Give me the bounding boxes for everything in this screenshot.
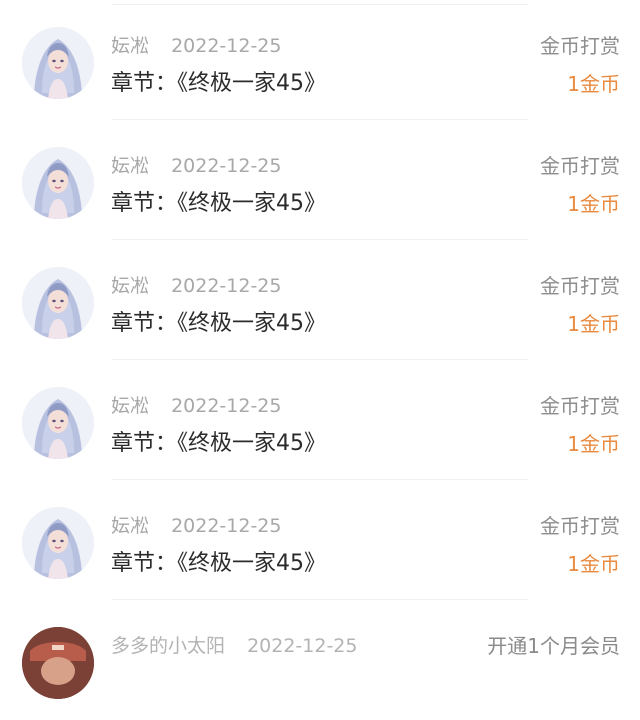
- list-item[interactable]: 妘凇 2022-12-25 章节：《终极一家45》 金币打赏 1金币: [0, 240, 640, 360]
- avatar-portrait-icon: [22, 27, 94, 99]
- reward-date: 2022-12-25: [171, 35, 282, 57]
- reward-type: 金币打赏: [540, 394, 620, 418]
- reward-amount: 1金币: [567, 192, 620, 216]
- reward-meta: 妘凇 2022-12-25: [111, 513, 281, 539]
- list-item[interactable]: 多多的小太阳 2022-12-25 开通1个月会员: [0, 600, 640, 720]
- user-name[interactable]: 妘凇: [111, 275, 149, 297]
- chapter-title: 章节：《终极一家45》: [111, 191, 326, 216]
- reward-type: 金币打赏: [540, 34, 620, 58]
- avatar[interactable]: [22, 507, 94, 579]
- avatar-portrait-icon: [22, 267, 94, 339]
- list-item[interactable]: 妘凇 2022-12-25 章节：《终极一家45》 金币打赏 1金币: [0, 120, 640, 240]
- avatar[interactable]: [22, 387, 94, 459]
- avatar-portrait-icon: [22, 147, 94, 219]
- reward-amount: 1金币: [567, 432, 620, 456]
- avatar-portrait-icon: [22, 387, 94, 459]
- chapter-title: 章节：《终极一家45》: [111, 311, 326, 336]
- reward-date: 2022-12-25: [247, 635, 358, 657]
- user-name[interactable]: 妘凇: [111, 395, 149, 417]
- reward-list: 妘凇 2022-12-25 章节：《终极一家45》 金币打赏 1金币 妘凇 20…: [0, 0, 640, 699]
- reward-amount: 1金币: [567, 552, 620, 576]
- avatar[interactable]: [22, 267, 94, 339]
- chapter-title: 章节：《终极一家45》: [111, 551, 326, 576]
- reward-date: 2022-12-25: [171, 155, 282, 177]
- reward-amount: 1金币: [567, 72, 620, 96]
- list-item[interactable]: 妘凇 2022-12-25 章节：《终极一家45》 金币打赏 1金币: [0, 480, 640, 600]
- user-name[interactable]: 妘凇: [111, 515, 149, 537]
- reward-type: 金币打赏: [540, 154, 620, 178]
- reward-type: 金币打赏: [540, 274, 620, 298]
- reward-type: 金币打赏: [540, 514, 620, 538]
- avatar[interactable]: [22, 627, 94, 699]
- reward-meta: 妘凇 2022-12-25: [111, 153, 281, 179]
- list-item[interactable]: 妘凇 2022-12-25 章节：《终极一家45》 金币打赏 1金币: [0, 360, 640, 480]
- avatar[interactable]: [22, 27, 94, 99]
- user-name[interactable]: 妘凇: [111, 155, 149, 177]
- reward-date: 2022-12-25: [171, 275, 282, 297]
- avatar-person-icon: [22, 627, 94, 699]
- reward-meta: 妘凇 2022-12-25: [111, 33, 281, 59]
- reward-type: 开通1个月会员: [487, 634, 620, 658]
- avatar[interactable]: [22, 147, 94, 219]
- reward-meta: 妘凇 2022-12-25: [111, 273, 281, 299]
- chapter-title: 章节：《终极一家45》: [111, 71, 326, 96]
- list-item[interactable]: 妘凇 2022-12-25 章节：《终极一家45》 金币打赏 1金币: [0, 0, 640, 120]
- reward-amount: 1金币: [567, 312, 620, 336]
- chapter-title: 章节：《终极一家45》: [111, 431, 326, 456]
- user-name[interactable]: 妘凇: [111, 35, 149, 57]
- reward-meta: 多多的小太阳 2022-12-25: [111, 633, 357, 659]
- avatar-portrait-icon: [22, 507, 94, 579]
- reward-meta: 妘凇 2022-12-25: [111, 393, 281, 419]
- reward-date: 2022-12-25: [171, 395, 282, 417]
- user-name[interactable]: 多多的小太阳: [111, 635, 225, 657]
- reward-date: 2022-12-25: [171, 515, 282, 537]
